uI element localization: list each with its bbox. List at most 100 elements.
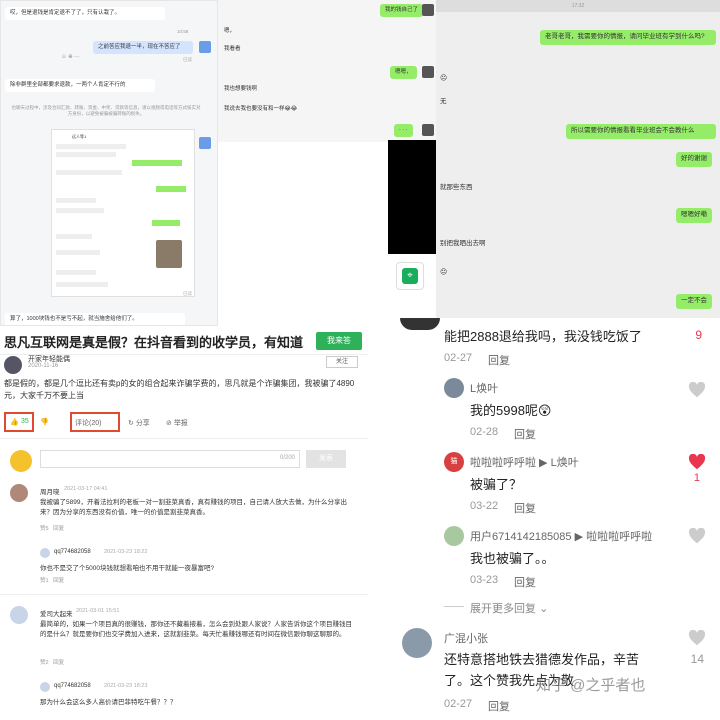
message-bubble: 所以需要你的情报看看毕业班会不会教什么	[566, 124, 716, 139]
thumb-down-icon[interactable]: 👎	[40, 418, 49, 426]
likes-label: 赞5	[40, 526, 49, 532]
avatar	[199, 41, 211, 53]
avatar	[444, 378, 464, 398]
message-bubble	[56, 282, 108, 287]
commenter-name: 用户6714142185085 ▶ 啦啦啦呼呼啦	[470, 531, 653, 543]
avatar	[40, 682, 50, 692]
ask-button-label: 我来答	[327, 336, 351, 345]
divider	[444, 606, 464, 607]
message-bubble	[152, 220, 180, 226]
comment-text: 那为什么会这么多人高价请巴菲特吃午餐？？？	[40, 699, 177, 706]
message-toolbar: ☺ ⊕ ⋯	[61, 45, 80, 63]
send-button[interactable]: 发表	[306, 450, 346, 468]
message-bubble: 嗯嗯好嘞	[676, 208, 712, 223]
like-count: 1	[693, 472, 700, 484]
chat-screenshot-1: 哎，但是退钱是肯定退不了了，只有认栽了。 10:58 ☺ ⊕ ⋯ 之前答应我退一…	[0, 0, 218, 326]
reply-button[interactable]: 回复	[488, 352, 510, 368]
location-icon: ⌖	[396, 262, 424, 290]
emoji: 😐	[440, 75, 448, 82]
chevron-down-icon: ⌄	[539, 603, 549, 615]
expand-label: 展开更多回复	[470, 603, 536, 615]
report-label: 举报	[173, 420, 188, 427]
comment-likes[interactable]: 赞2 回复	[40, 658, 64, 666]
message-bubble	[56, 144, 126, 149]
avatar	[10, 606, 28, 624]
comment-input[interactable]: 0/200	[40, 450, 300, 468]
article-panel: 思凡互联网是真是假？在抖音看到的收学员，有知道... 我来答 开家年轻能偶 20…	[0, 326, 368, 720]
message-bubble: 除非群里全部都要求退款，一两个人肯定不行的	[5, 79, 155, 93]
comment-likes[interactable]: 赞5 回复	[40, 524, 64, 532]
comment-date: 02-27	[444, 352, 473, 364]
timestamp: 10:58	[177, 29, 189, 34]
comment-date: 02-28	[470, 426, 499, 438]
message-text: 别把我晒出去啊	[440, 240, 486, 247]
commenter-name: 周月晓	[40, 489, 60, 496]
comment-date: 2021-03-01 15:51	[76, 608, 120, 614]
comment-button[interactable]: 评论(20)	[70, 412, 120, 432]
follow-label: 关注	[335, 359, 348, 365]
reply-button[interactable]: 回复	[488, 698, 510, 714]
divider	[0, 438, 368, 439]
comment-label: 评论(20)	[75, 420, 102, 427]
message-bubble: 我的钱自己了	[380, 4, 424, 18]
follow-button[interactable]: 关注	[326, 356, 358, 368]
comment-text: 能把2888退给我吗，我没钱吃饭了	[444, 329, 642, 344]
timestamp: 17:32	[571, 3, 585, 9]
like-count: 9	[695, 328, 702, 342]
share-label: 分享	[135, 420, 150, 427]
reply-label: 回复	[53, 526, 65, 532]
heart-icon[interactable]	[688, 454, 706, 470]
ask-button[interactable]: 我来答	[316, 332, 362, 350]
like-button[interactable]: 👍 35	[4, 412, 34, 432]
message-text: 就那些东西	[440, 184, 473, 191]
commenter-name: 啦啦啦呼呼啦 ▶ L焕叶	[470, 457, 579, 469]
page-title: 思凡互联网是真是假？在抖音看到的收学员，有知道...	[4, 335, 304, 350]
message-bubble: 老哥老哥，我需要你的情报，请问毕业班有学到什么吗?	[540, 30, 716, 45]
share-button[interactable]: ↻ 分享	[128, 418, 150, 428]
emoji: 😐	[440, 269, 448, 276]
message-bubble	[56, 208, 104, 213]
avatar	[422, 4, 434, 16]
avatar	[422, 66, 434, 78]
send-label: 发表	[319, 455, 333, 462]
avatar	[40, 548, 50, 558]
heart-icon[interactable]	[688, 382, 706, 398]
commenter-name: 广混小张	[444, 633, 488, 645]
emoji-icon: ☺ ⊕ ⋯	[61, 54, 80, 60]
message-text: 我说去我也要没有和一样😂😂	[224, 106, 298, 112]
message-bubble: 算了，1000块钱也不是亏不起，就当施舍给他们了。	[5, 313, 185, 325]
message-bubble	[56, 170, 122, 175]
post-date: 2020-11-16	[28, 363, 59, 369]
message-bubble: 嗯嗯，	[390, 66, 417, 80]
comment-text: 我也被骗了。。	[470, 551, 555, 566]
comment-text: 你也不是交了个5000块钱就想看咱也不用干就能一夜暴富吧?	[40, 565, 215, 572]
avatar	[400, 318, 440, 330]
message-bubble	[56, 270, 96, 275]
watermark: 知乎 @之乎者也	[536, 677, 646, 694]
report-button[interactable]: ⊘ 举报	[166, 418, 188, 428]
comment-date: 02-27	[444, 698, 473, 710]
reply-button[interactable]: 回复	[514, 500, 536, 516]
message-bubble	[56, 250, 100, 255]
dog-image	[156, 240, 182, 268]
expand-replies-button[interactable]: 展开更多回复 ⌄	[470, 600, 548, 616]
avatar	[4, 356, 22, 374]
heart-icon[interactable]	[688, 630, 706, 646]
comment-text: 我被骗了5899，开着法拉利的老板一对一割韭菜真香，真有赚钱的项目，自己请人放大…	[40, 499, 347, 516]
avatar	[422, 124, 434, 136]
reply-button[interactable]: 回复	[514, 574, 536, 590]
message-bubble	[156, 186, 186, 192]
reply-button[interactable]: 回复	[514, 426, 536, 442]
message-text: 我看看	[224, 46, 241, 52]
message-bubble: 一定不会	[676, 294, 712, 309]
comment-likes[interactable]: 赞1 回复	[40, 576, 64, 584]
read-status: 已读	[183, 57, 192, 62]
read-status: 已读	[183, 291, 192, 296]
comment-date: 2021-03-17 04:41	[64, 486, 108, 492]
avatar	[444, 526, 464, 546]
heart-icon[interactable]	[688, 528, 706, 544]
comment-text: 被骗了？	[470, 477, 523, 492]
message-bubble: 哎，但是退钱是肯定退不了了，只有认栽了。	[5, 7, 165, 21]
message-text: 我也想要钱啊	[224, 86, 258, 92]
comment-text: 最简单的，如果一个项目真的很赚钱，那你还不藏着掖着，怎么会到处跟人家说？人家告诉…	[40, 621, 352, 638]
